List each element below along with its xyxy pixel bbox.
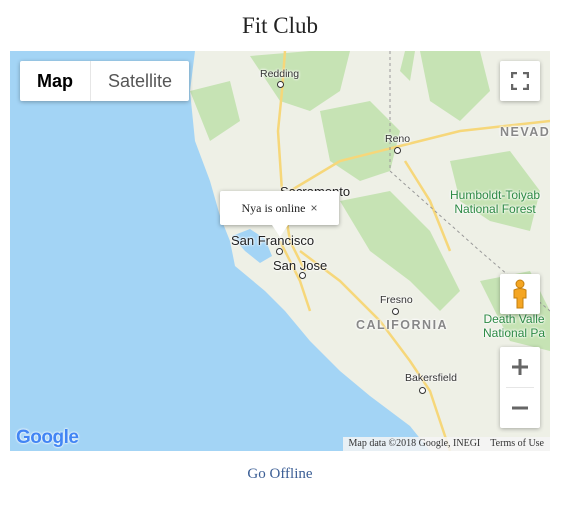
label-humboldt-line1: Humboldt-Toiyab [450, 188, 541, 202]
label-humboldt: Humboldt-Toiyab National Forest [450, 188, 540, 216]
info-window: Nya is online × [220, 191, 339, 237]
san-francisco-marker [276, 248, 283, 255]
map-type-satellite-button[interactable]: Satellite [91, 61, 189, 101]
zoom-in-button[interactable] [500, 347, 540, 387]
info-window-tail [272, 225, 288, 237]
label-california: CALIFORNIA [356, 318, 449, 332]
label-nevada: NEVAD [500, 125, 550, 139]
redding-marker [277, 81, 284, 88]
label-humboldt-line2: National Forest [454, 202, 536, 216]
zoom-control [500, 347, 540, 428]
map-type-control: Map Satellite [20, 61, 190, 101]
fullscreen-button[interactable] [500, 61, 540, 101]
terms-of-use-link[interactable]: Terms of Use [490, 437, 544, 451]
label-death-valley-line1: Death Valle [483, 312, 545, 326]
pegman-icon [513, 279, 527, 309]
google-logo[interactable]: Google [16, 427, 79, 449]
map-type-map-button[interactable]: Map [20, 61, 91, 101]
google-logo-letters: Google [16, 427, 79, 448]
plus-icon [512, 359, 528, 375]
map-attribution: Map data ©2018 Google, INEGI Terms of Us… [342, 437, 550, 451]
minus-icon [512, 406, 528, 410]
info-window-close-button[interactable]: × [310, 201, 317, 215]
label-death-valley-line2: National Pa [483, 326, 546, 340]
fullscreen-icon [511, 72, 529, 90]
san-jose-marker [299, 272, 306, 279]
label-san-jose: San Jose [273, 258, 328, 273]
zoom-out-button[interactable] [500, 388, 540, 428]
fresno-marker [392, 308, 399, 315]
map-data-text: Map data ©2018 Google, INEGI [348, 438, 481, 449]
page-title: Fit Club [241, 13, 319, 38]
go-offline-link[interactable]: Go Offline [0, 466, 560, 483]
label-reno: Reno [385, 133, 411, 145]
label-redding: Redding [260, 68, 300, 80]
map-canvas[interactable]: Redding Reno NEVAD Sacramento Humboldt-T… [10, 51, 550, 451]
reno-marker [394, 147, 401, 154]
info-window-text: Nya is online [241, 200, 306, 215]
label-fresno: Fresno [380, 294, 413, 306]
label-bakersfield: Bakersfield [405, 372, 457, 384]
street-view-pegman-button[interactable] [500, 274, 540, 314]
label-death-valley: Death Valle National Pa [483, 312, 545, 340]
bakersfield-marker [419, 387, 426, 394]
